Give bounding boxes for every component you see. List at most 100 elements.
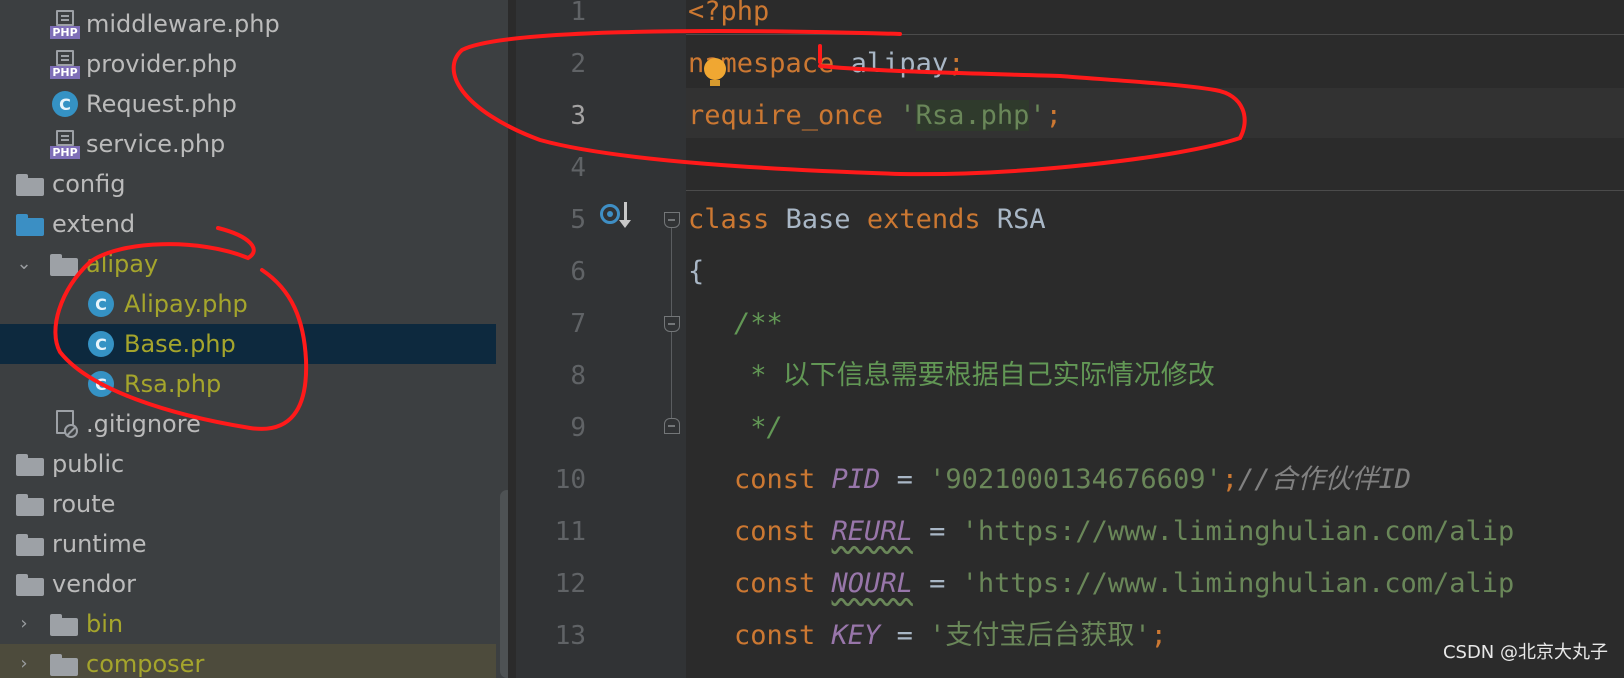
class-icon: C — [52, 91, 78, 117]
ignored-file-icon — [52, 410, 80, 440]
line-number: 7 — [570, 309, 586, 339]
line-number: 9 — [570, 413, 586, 443]
code-line-1: <?php — [688, 0, 769, 38]
chevron-down-icon[interactable]: ⌄ — [14, 254, 34, 274]
constant-name: REURL — [831, 516, 913, 547]
code-line-11: const REURL = 'https://www.liminghulian.… — [734, 506, 1514, 558]
semicolon: ; — [948, 48, 965, 79]
code-line-9: */ — [734, 402, 783, 454]
fold-toggle-icon[interactable] — [664, 316, 680, 332]
folder-icon — [16, 174, 44, 196]
quote: ' — [1029, 100, 1046, 131]
tree-item-label: public — [52, 450, 125, 478]
tree-item-config[interactable]: config — [0, 164, 496, 204]
tree-item-label: provider.php — [86, 50, 238, 78]
line-number: 13 — [554, 621, 586, 651]
intention-bulb-icon[interactable] — [704, 58, 726, 88]
tree-item-label: Rsa.php — [124, 370, 222, 398]
chevron-right-icon[interactable]: › — [14, 614, 34, 634]
watermark: CSDN @北京大丸子 — [1442, 642, 1608, 663]
tree-item-rsa-php[interactable]: C Rsa.php — [0, 364, 496, 404]
line-number: 3 — [570, 101, 586, 131]
operator: = — [880, 620, 930, 651]
tree-item-label: route — [52, 490, 116, 518]
tree-item-gitignore[interactable]: .gitignore — [0, 404, 496, 444]
semicolon: ; — [1221, 464, 1238, 495]
folder-icon — [16, 454, 44, 476]
line-number: 8 — [570, 361, 586, 391]
class-icon: C — [88, 291, 114, 317]
tree-item-alipay-php[interactable]: C Alipay.php — [0, 284, 496, 324]
folder-icon — [16, 494, 44, 516]
code-line-6: { — [688, 246, 704, 298]
tree-item-bin[interactable]: › bin — [0, 604, 496, 644]
operator: = — [912, 516, 962, 547]
php-open-tag: <?php — [688, 0, 770, 27]
line-number: 4 — [570, 153, 586, 183]
code-line-2: namespace alipay; — [688, 38, 964, 90]
code-line-7: /** — [734, 298, 783, 350]
class-icon: C — [88, 371, 114, 397]
tree-item-base-php[interactable]: C Base.php — [0, 324, 496, 364]
line-number: 10 — [554, 465, 586, 495]
folder-icon — [50, 254, 78, 276]
string-literal: Rsa.php — [915, 100, 1030, 131]
project-tree-panel: PHP middleware.php PHP provider.php C Re… — [0, 0, 496, 678]
keyword: const — [734, 620, 832, 651]
tree-item-service-php[interactable]: PHP service.php — [0, 124, 496, 164]
tree-item-middleware-php[interactable]: PHP middleware.php — [0, 4, 496, 44]
tree-item-label: runtime — [52, 530, 147, 558]
tree-item-provider-php[interactable]: PHP provider.php — [0, 44, 496, 84]
string-literal: 'https://www.liminghulian.com/alip — [961, 516, 1515, 547]
tree-item-runtime[interactable]: runtime — [0, 524, 496, 564]
folder-icon — [50, 654, 78, 676]
line-number: 1 — [570, 0, 586, 27]
parent-class-name: RSA — [980, 204, 1046, 235]
tree-item-request-php[interactable]: C Request.php — [0, 84, 496, 124]
code-line-3: require_once 'Rsa.php'; — [688, 90, 1062, 142]
method-separator — [686, 34, 1624, 35]
tree-item-public[interactable]: public — [0, 444, 496, 484]
doc-comment: /** — [734, 308, 783, 339]
tree-item-vendor[interactable]: vendor — [0, 564, 496, 604]
constant-name: KEY — [831, 620, 881, 651]
keyword: class — [688, 204, 770, 235]
constant-name: NOURL — [831, 568, 913, 599]
brace: { — [688, 256, 705, 287]
tree-item-alipay[interactable]: ⌄ alipay — [0, 244, 496, 284]
implements-method-icon[interactable] — [600, 202, 640, 230]
chevron-right-icon[interactable]: › — [14, 654, 34, 674]
doc-comment: */ — [734, 412, 783, 443]
tree-item-composer[interactable]: › composer — [0, 644, 496, 678]
string-literal: '支付宝后台获取' — [929, 620, 1151, 651]
tree-item-label: service.php — [86, 130, 226, 158]
tree-item-label: config — [52, 170, 126, 198]
class-icon: C — [88, 331, 114, 357]
keyword: const — [734, 464, 832, 495]
tree-item-label: composer — [86, 650, 205, 678]
tree-item-label: Base.php — [124, 330, 236, 358]
constant-name: PID — [831, 464, 881, 495]
source-folder-icon — [16, 214, 44, 236]
keyword: const — [734, 516, 832, 547]
semicolon: ; — [1045, 100, 1062, 131]
code-line-13: const KEY = '支付宝后台获取'; — [734, 610, 1167, 662]
tree-item-label: .gitignore — [86, 410, 201, 438]
tree-item-label: bin — [86, 610, 124, 638]
class-name: Base — [769, 204, 867, 235]
panel-divider[interactable] — [508, 0, 516, 678]
keyword: const — [734, 568, 832, 599]
tree-item-label: vendor — [52, 570, 136, 598]
line-number: 6 — [570, 257, 586, 287]
fold-toggle-icon[interactable] — [664, 418, 680, 434]
tree-item-route[interactable]: route — [0, 484, 496, 524]
code-line-12: const NOURL = 'https://www.liminghulian.… — [734, 558, 1514, 610]
method-separator — [686, 190, 1624, 191]
line-number: 12 — [554, 569, 586, 599]
fold-toggle-icon[interactable] — [664, 212, 680, 228]
tree-item-extend[interactable]: extend — [0, 204, 496, 244]
folder-icon — [16, 574, 44, 596]
line-number: 2 — [570, 49, 586, 79]
string-literal: 'https://www.liminghulian.com/alip — [961, 568, 1515, 599]
php-file-icon: PHP — [50, 50, 80, 80]
